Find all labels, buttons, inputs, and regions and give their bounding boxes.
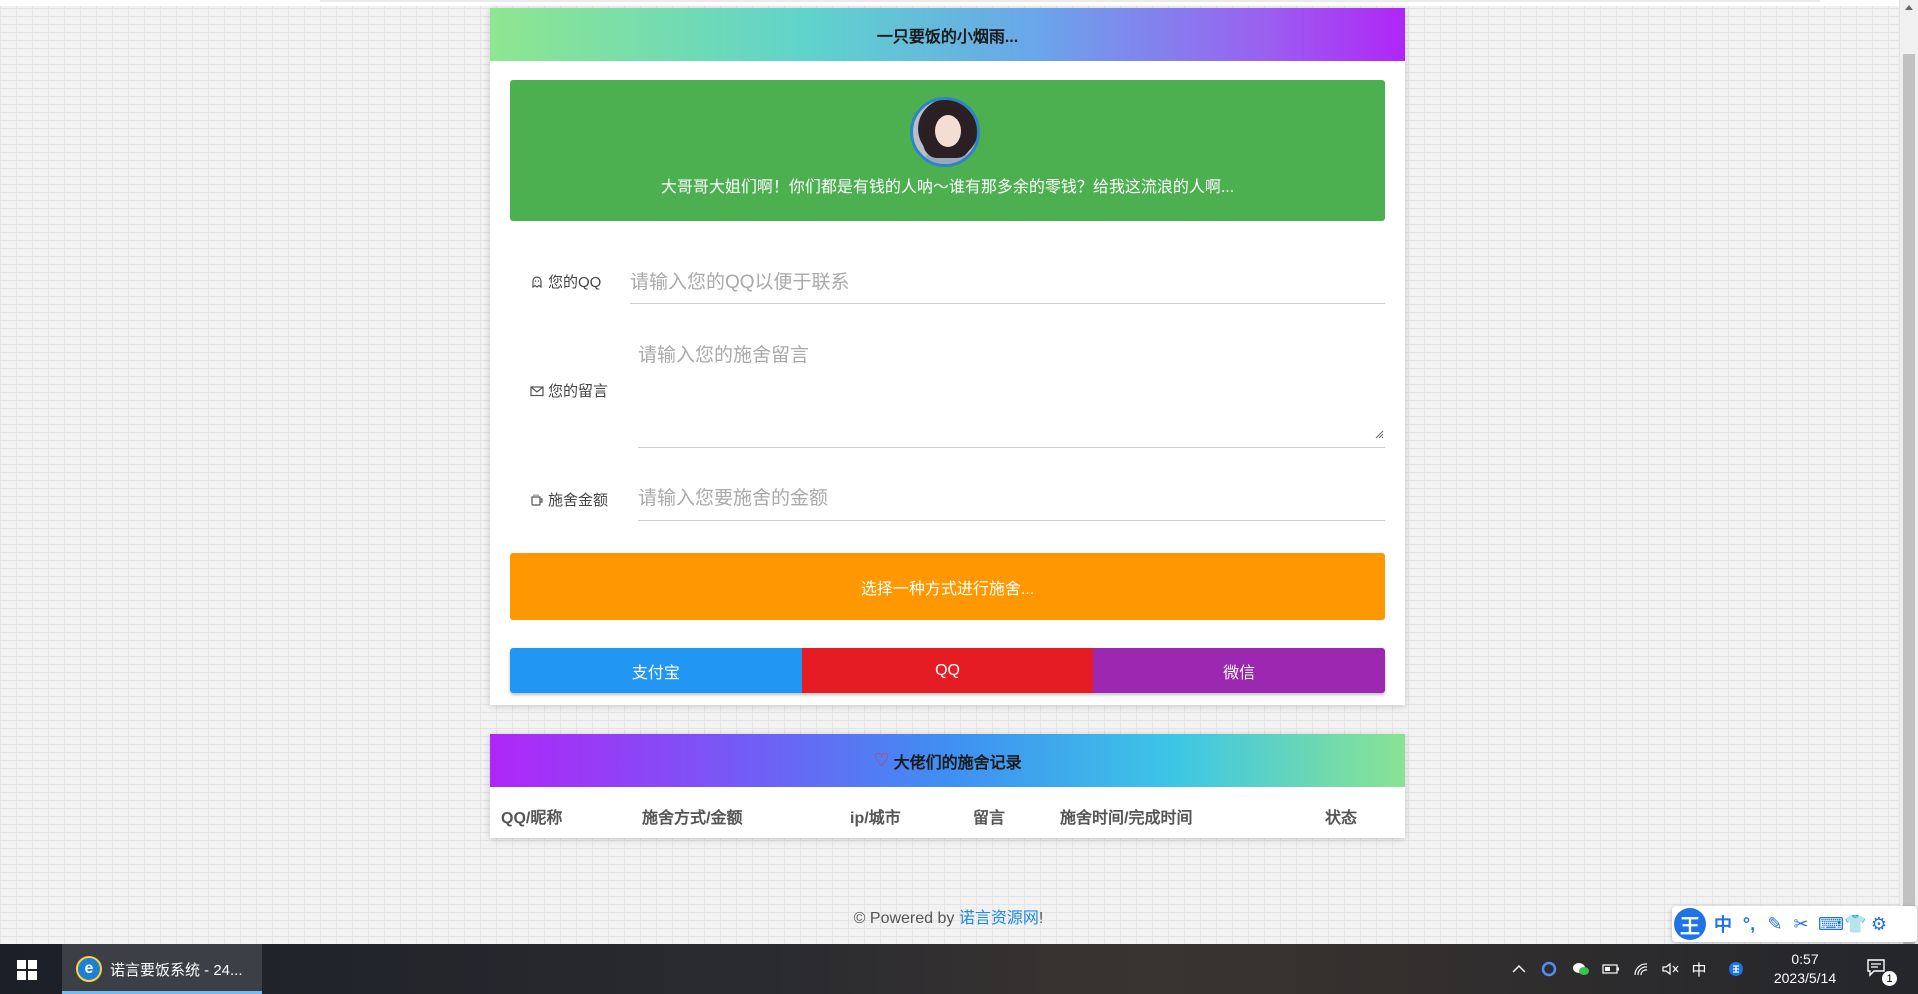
wechat-pay-button[interactable]: 微信 bbox=[1093, 648, 1385, 693]
ime-tray-icon[interactable] bbox=[1727, 960, 1745, 978]
column-time: 施舍时间/完成时间 bbox=[1060, 810, 1193, 827]
page-scrollbar[interactable] bbox=[1899, 0, 1918, 944]
donate-card: 一只要饭的小烟雨... 大哥哥大姐们啊！你们都是有钱的人呐～谁有那多余的零钱？给… bbox=[490, 8, 1405, 705]
avatar bbox=[910, 97, 980, 167]
system-clock[interactable]: 0:57 2023/5/14 bbox=[1760, 950, 1850, 988]
qq-label-text: 您的QQ bbox=[548, 274, 602, 291]
browser-tray-icon[interactable] bbox=[1540, 960, 1558, 978]
clock-time: 0:57 bbox=[1791, 951, 1819, 967]
textarea-resize-handle[interactable] bbox=[1374, 426, 1384, 439]
message-field-label: 您的留言 bbox=[530, 380, 608, 401]
records-table-header: QQ/昵称 施舍方式/金额 ip/城市 留言 施舍时间/完成时间 状态 bbox=[490, 800, 1405, 830]
column-message: 留言 bbox=[973, 810, 1006, 827]
column-qq-nickname: QQ/昵称 bbox=[501, 810, 563, 827]
heart-icon: ♡ bbox=[873, 750, 890, 770]
settings-icon[interactable]: ⚙ bbox=[1870, 914, 1888, 935]
footer-link[interactable]: 诺言资源网 bbox=[959, 910, 1039, 927]
scissors-icon[interactable]: ✂ bbox=[1792, 914, 1810, 935]
records-card-header: ♡ 大佬们的施舍记录 bbox=[490, 734, 1405, 787]
qq-field-label: 您的QQ bbox=[530, 271, 601, 292]
ime-mode-toggle[interactable]: 中 bbox=[1714, 911, 1732, 937]
message-label-text: 您的留言 bbox=[548, 383, 609, 400]
records-card: ♡ 大佬们的施舍记录 QQ/昵称 施舍方式/金额 ip/城市 留言 施舍时间/完… bbox=[490, 734, 1405, 838]
pen-icon[interactable]: ✎ bbox=[1766, 914, 1784, 935]
input-language-indicator[interactable]: 中 bbox=[1690, 960, 1708, 979]
qq-ghost-icon bbox=[530, 275, 544, 289]
start-windows-icon[interactable] bbox=[17, 960, 37, 980]
footer-suffix: ! bbox=[1038, 910, 1044, 927]
amount-field-label: 施舍金额 bbox=[530, 489, 608, 510]
choose-method-button[interactable]: 选择一种方式进行施舍... bbox=[510, 553, 1385, 620]
alipay-button[interactable]: 支付宝 bbox=[510, 648, 802, 693]
hero-text: 大哥哥大姐们啊！你们都是有钱的人呐～谁有那多余的零钱？给我这流浪的人啊... bbox=[660, 179, 1235, 196]
payment-methods: 支付宝 QQ 微信 bbox=[510, 648, 1385, 693]
wifi-icon[interactable] bbox=[1632, 960, 1650, 978]
taskbar-browser-window[interactable]: e 诺言要饭系统 - 24... bbox=[62, 944, 262, 994]
notification-count-badge: 1 bbox=[1882, 971, 1897, 986]
qq-pay-button[interactable]: QQ bbox=[801, 648, 1094, 693]
envelope-icon bbox=[530, 384, 544, 398]
column-method-amount: 施舍方式/金额 bbox=[642, 810, 743, 827]
windows-taskbar: e 诺言要饭系统 - 24... 中 0:57 2023/5/14 1 bbox=[0, 944, 1918, 994]
page-footer: © Powered by 诺言资源网! bbox=[0, 904, 1897, 928]
battery-icon[interactable] bbox=[1602, 960, 1620, 978]
qq-input[interactable] bbox=[630, 263, 1385, 304]
ime-logo-icon[interactable]: 王 bbox=[1674, 908, 1706, 940]
browser-top-line bbox=[320, 0, 1820, 2]
donate-card-header: 一只要饭的小烟雨... bbox=[490, 8, 1405, 61]
footer-prefix: © Powered by bbox=[853, 910, 959, 927]
coffee-cup-icon bbox=[530, 493, 544, 507]
column-ip-city: ip/城市 bbox=[850, 810, 901, 827]
browser-e-icon: e bbox=[76, 956, 102, 982]
records-title: 大佬们的施舍记录 bbox=[893, 754, 1022, 772]
wechat-tray-icon[interactable] bbox=[1572, 960, 1590, 978]
keyboard-icon[interactable]: ⌨ bbox=[1818, 914, 1844, 935]
punctuation-icon[interactable]: °, bbox=[1740, 914, 1758, 935]
hero-banner: 大哥哥大姐们啊！你们都是有钱的人呐～谁有那多余的零钱？给我这流浪的人啊... bbox=[510, 80, 1385, 221]
show-hidden-icons-chevron-icon[interactable] bbox=[1510, 960, 1528, 978]
amount-input[interactable] bbox=[638, 478, 1385, 521]
amount-label-text: 施舍金额 bbox=[548, 492, 609, 509]
taskbar-window-title: 诺言要饭系统 - 24... bbox=[110, 962, 243, 979]
skin-icon[interactable]: 👕 bbox=[1844, 914, 1866, 935]
avatar-face bbox=[935, 115, 961, 147]
scroll-up-arrow-icon[interactable] bbox=[1905, 5, 1913, 10]
scroll-thumb[interactable] bbox=[1903, 54, 1915, 944]
ime-toolbar: 王 中 °, ✎ ✂ ⌨ 👕 ⚙ bbox=[1672, 906, 1917, 942]
clock-date: 2023/5/14 bbox=[1773, 970, 1837, 986]
column-status: 状态 bbox=[1325, 810, 1358, 827]
message-textarea[interactable] bbox=[638, 330, 1385, 448]
volume-muted-icon[interactable] bbox=[1662, 960, 1680, 978]
